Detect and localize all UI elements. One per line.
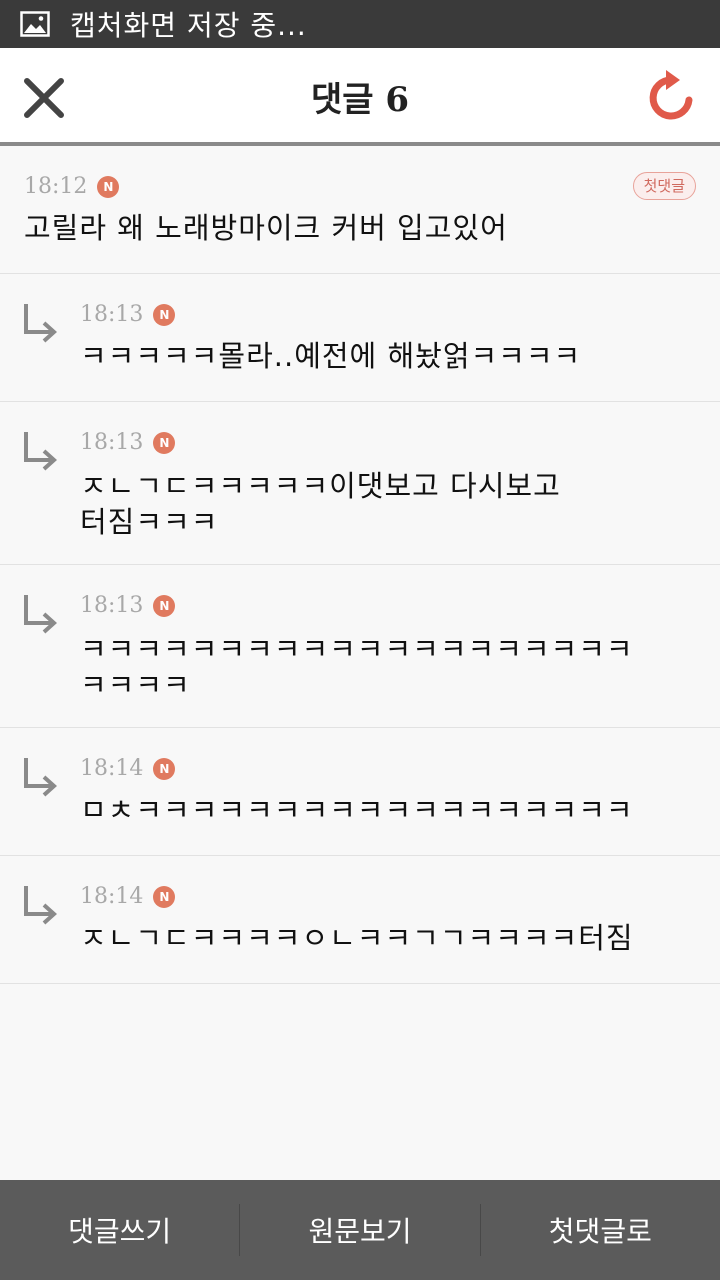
write-comment-button[interactable]: 댓글쓰기: [0, 1180, 239, 1280]
reply-item: 18:13 N ㅋㅋㅋㅋㅋ몰라..예전에 해놨얽ㅋㅋㅋㅋ: [0, 274, 720, 402]
comment-time: 18:13: [80, 302, 144, 327]
comment-meta: 18:13 N: [80, 593, 176, 618]
comment-time: 18:14: [80, 884, 144, 909]
comment-text: ㅈㄴㄱㄷㅋㅋㅋㅋㅇㄴㅋㅋㄱㄱㅋㅋㅋㅋ터짐: [80, 921, 634, 955]
refresh-button[interactable]: [646, 70, 696, 124]
new-badge: N: [153, 431, 176, 454]
comment-text: ㅋㅋㅋㅋㅋ몰라..예전에 해놨얽ㅋㅋㅋㅋ: [80, 339, 582, 373]
comment-time: 18:12: [24, 174, 88, 199]
new-badge: N: [153, 303, 176, 326]
page-title: 댓글 6: [310, 80, 410, 120]
bottom-action-bar: 댓글쓰기 원문보기 첫댓글로: [0, 1180, 720, 1280]
comment-meta: 18:12 N: [24, 174, 120, 199]
status-text: 캡처화면 저장 중...: [70, 9, 307, 42]
reply-item: 18:13 N ㅋㅋㅋㅋㅋㅋㅋㅋㅋㅋㅋㅋㅋㅋㅋㅋㅋㅋㅋㅋ ㅋㅋㅋㅋ: [0, 565, 720, 728]
first-comment-tag: 첫댓글: [632, 172, 696, 200]
comment-time: 18:14: [80, 756, 144, 781]
refresh-icon: [649, 70, 693, 120]
comment-meta: 18:14 N: [80, 884, 176, 909]
reply-arrow-icon: [22, 430, 60, 472]
new-badge: N: [153, 594, 176, 617]
status-bar: 캡처화면 저장 중...: [0, 0, 720, 48]
header: 댓글 6: [0, 48, 720, 146]
view-original-button[interactable]: 원문보기: [240, 1180, 479, 1280]
reply-item: 18:14 N ㅈㄴㄱㄷㅋㅋㅋㅋㅇㄴㅋㅋㄱㄱㅋㅋㅋㅋ터짐: [0, 856, 720, 984]
comment-meta: 18:13 N: [80, 302, 176, 327]
comment-text: 고릴라 왜 노래방마이크 커버 입고있어: [24, 211, 508, 245]
new-badge: N: [97, 175, 120, 198]
new-badge: N: [153, 885, 176, 908]
go-first-comment-button[interactable]: 첫댓글로: [481, 1180, 720, 1280]
comment-meta: 18:13 N: [80, 430, 176, 455]
comment-meta: 18:14 N: [80, 756, 176, 781]
comment-list: 18:12 N 첫댓글 고릴라 왜 노래방마이크 커버 입고있어 18:13 N…: [0, 146, 720, 984]
comment-time: 18:13: [80, 430, 144, 455]
comment-time: 18:13: [80, 593, 144, 618]
image-icon: [20, 9, 50, 39]
reply-arrow-icon: [22, 593, 60, 635]
reply-arrow-icon: [22, 302, 60, 344]
reply-item: 18:14 N ㅁㅊㅋㅋㅋㅋㅋㅋㅋㅋㅋㅋㅋㅋㅋㅋㅋㅋㅋㅋ: [0, 728, 720, 856]
reply-arrow-icon: [22, 884, 60, 926]
new-badge: N: [153, 757, 176, 780]
reply-arrow-icon: [22, 756, 60, 798]
comment-item: 18:12 N 첫댓글 고릴라 왜 노래방마이크 커버 입고있어: [0, 146, 720, 274]
comment-text: ㅁㅊㅋㅋㅋㅋㅋㅋㅋㅋㅋㅋㅋㅋㅋㅋㅋㅋㅋㅋ: [80, 793, 634, 827]
comment-text: ㅋㅋㅋㅋㅋㅋㅋㅋㅋㅋㅋㅋㅋㅋㅋㅋㅋㅋㅋㅋ ㅋㅋㅋㅋ: [80, 632, 634, 702]
comment-text: ㅈㄴㄱㄷㅋㅋㅋㅋㅋ이댓보고 다시보고 터짐ㅋㅋㅋ: [80, 469, 561, 539]
reply-item: 18:13 N ㅈㄴㄱㄷㅋㅋㅋㅋㅋ이댓보고 다시보고 터짐ㅋㅋㅋ: [0, 402, 720, 565]
